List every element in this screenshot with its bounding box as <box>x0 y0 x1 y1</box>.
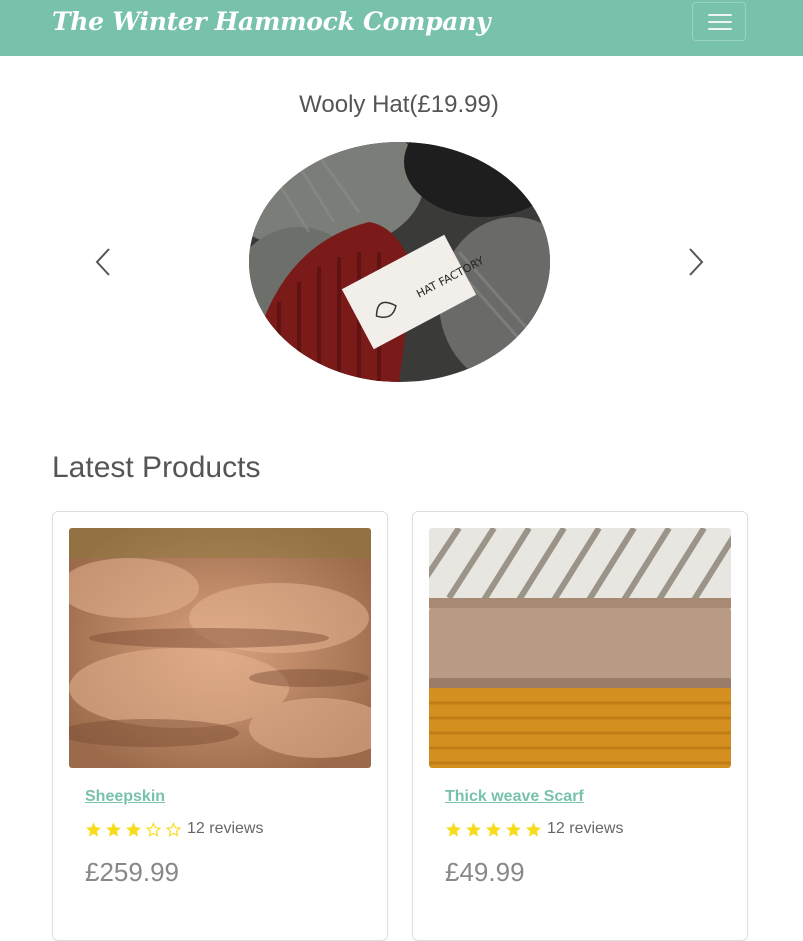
product-link[interactable]: Thick weave Scarf <box>445 786 584 808</box>
latest-products-heading: Latest Products <box>52 451 261 484</box>
review-count: 12 reviews <box>187 820 264 837</box>
product-image-scarf[interactable] <box>429 528 731 768</box>
star-empty-icon <box>165 821 182 837</box>
product-rating: 12 reviews <box>85 818 263 840</box>
product-rating: 12 reviews <box>445 818 623 840</box>
product-card: Sheepskin 12 reviews £259.99 <box>52 511 388 941</box>
carousel-next-button[interactable] <box>684 245 706 279</box>
star-filled-icon <box>106 821 121 837</box>
navbar-toggler-button[interactable] <box>692 2 746 41</box>
hamburger-menu-icon <box>708 14 732 31</box>
wooly-hat-image: HAT FACTORY <box>249 142 550 382</box>
star-filled-icon <box>506 821 521 837</box>
star-filled-icon <box>126 821 141 837</box>
star-filled-icon <box>86 821 101 837</box>
carousel-caption: Wooly Hat(£19.99) <box>299 91 499 118</box>
brand-logo-text[interactable]: The Winter Hammock Company <box>52 4 491 40</box>
carousel-prev-button[interactable] <box>93 245 115 279</box>
product-link[interactable]: Sheepskin <box>85 786 165 808</box>
product-price: £49.99 <box>445 857 525 887</box>
product-card: Thick weave Scarf 12 reviews £49.99 <box>412 511 748 941</box>
carousel-slide-image: HAT FACTORY <box>249 142 550 382</box>
product-price: £259.99 <box>85 857 179 887</box>
review-count: 12 reviews <box>547 820 624 837</box>
product-image-sheepskin[interactable] <box>69 528 371 768</box>
star-filled-icon <box>446 821 461 837</box>
navbar: The Winter Hammock Company <box>0 0 803 56</box>
chevron-left-icon <box>95 248 110 276</box>
chevron-right-icon <box>689 248 704 276</box>
star-empty-icon <box>145 821 162 837</box>
star-filled-icon <box>486 821 501 837</box>
star-filled-icon <box>526 821 541 837</box>
star-filled-icon <box>466 821 481 837</box>
